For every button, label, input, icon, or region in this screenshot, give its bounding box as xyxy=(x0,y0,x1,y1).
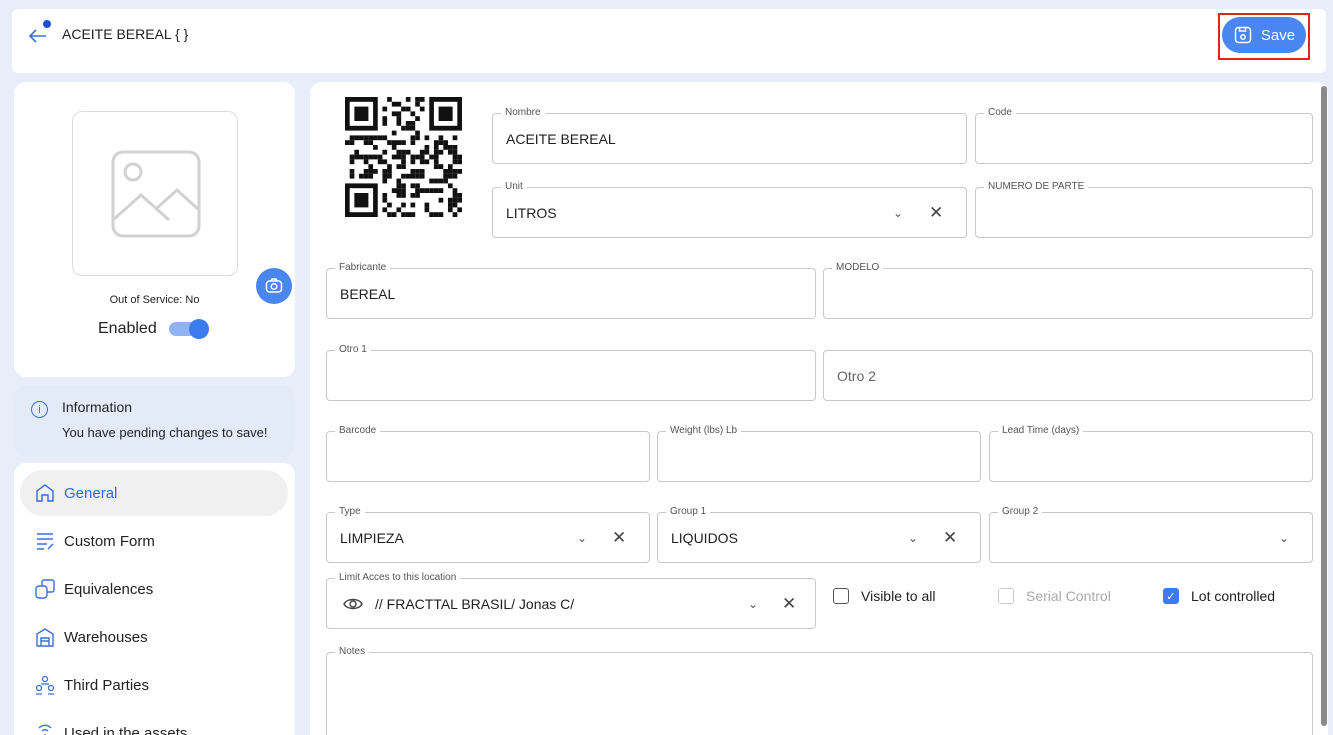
visible-to-all-checkbox[interactable]: Visible to all xyxy=(833,588,935,604)
scrollbar[interactable] xyxy=(1321,86,1327,726)
serial-control-label: Serial Control xyxy=(1026,588,1111,604)
info-icon: i xyxy=(31,401,48,418)
notes-field[interactable]: Notes xyxy=(326,646,1313,735)
form-icon xyxy=(37,533,54,550)
assets-icon xyxy=(38,724,52,735)
nav-item-general[interactable]: General xyxy=(20,470,288,516)
unit-value: LITROS xyxy=(506,204,557,221)
section-nav: General Custom Form Equivalences Warehou… xyxy=(14,463,295,735)
otro-1-field[interactable]: Otro 1 xyxy=(326,344,816,401)
nombre-label: Nombre xyxy=(501,107,545,119)
clear-icon[interactable]: ✕ xyxy=(612,528,626,548)
checkmark-icon[interactable]: ✓ xyxy=(1163,588,1179,604)
barcode-field[interactable]: Barcode xyxy=(326,425,650,482)
type-label: Type xyxy=(335,506,365,518)
nombre-field[interactable]: Nombre ACEITE BEREAL xyxy=(492,107,967,164)
chevron-down-icon[interactable]: ⌄ xyxy=(1279,531,1289,545)
nav-item-label: Warehouses xyxy=(64,628,148,646)
nav-item-equivalences[interactable]: Equivalences xyxy=(20,566,288,612)
clear-icon[interactable]: ✕ xyxy=(929,203,943,223)
code-field[interactable]: Code xyxy=(975,107,1313,164)
lead-time-label: Lead Time (days) xyxy=(998,425,1084,437)
group-1-value: LIQUIDOS xyxy=(671,529,738,546)
save-button[interactable]: Save xyxy=(1222,17,1306,53)
otro-1-label: Otro 1 xyxy=(335,344,371,356)
clear-icon[interactable]: ✕ xyxy=(943,528,957,548)
nav-item-label: Used in the assets xyxy=(64,724,188,735)
chevron-down-icon[interactable]: ⌄ xyxy=(908,531,918,545)
group-2-select[interactable]: Group 2 ⌄ xyxy=(989,506,1313,563)
unit-label: Unit xyxy=(501,181,527,193)
otro-2-placeholder: Otro 2 xyxy=(837,367,876,384)
equivalence-icon xyxy=(35,579,55,599)
barcode-label: Barcode xyxy=(335,425,381,437)
code-label: Code xyxy=(984,107,1016,119)
location-label: Limit Acces to this location xyxy=(335,572,461,584)
modelo-label: MODELO xyxy=(832,262,884,274)
warehouse-icon xyxy=(36,628,54,647)
enabled-row: Enabled xyxy=(98,319,209,339)
information-banner: i Information You have pending changes t… xyxy=(14,385,295,457)
numero-de-parte-field[interactable]: NUMERO DE PARTE xyxy=(975,181,1313,238)
chevron-down-icon[interactable]: ⌄ xyxy=(748,597,758,611)
modelo-field[interactable]: MODELO xyxy=(823,262,1313,319)
visible-to-all-label: Visible to all xyxy=(861,588,936,604)
notes-label: Notes xyxy=(335,646,370,658)
numero-de-parte-label: NUMERO DE PARTE xyxy=(984,181,1089,193)
unit-select[interactable]: Unit LITROS ⌄ ✕ xyxy=(492,181,967,238)
clear-icon[interactable]: ✕ xyxy=(782,594,796,614)
third-parties-icon xyxy=(35,675,55,695)
nav-item-custom-form[interactable]: Custom Form xyxy=(20,518,288,564)
enabled-toggle[interactable] xyxy=(168,319,209,339)
nav-item-label: Third Parties xyxy=(64,676,150,694)
asset-photo-card: Out of Service: No Enabled xyxy=(14,82,295,377)
top-bar xyxy=(12,9,1326,73)
nombre-value: ACEITE BEREAL xyxy=(506,130,616,147)
page-title: ACEITE BEREAL { } xyxy=(62,26,189,42)
image-placeholder[interactable] xyxy=(72,111,292,304)
lead-time-field[interactable]: Lead Time (days) xyxy=(989,425,1313,482)
save-button-label: Save xyxy=(1260,26,1296,44)
serial-control-checkbox[interactable]: Serial Control xyxy=(998,588,1111,604)
type-value: LIMPIEZA xyxy=(340,529,404,546)
item-form-card xyxy=(310,82,1328,735)
type-select[interactable]: Type LIMPIEZA ⌄ ✕ xyxy=(326,506,650,563)
lot-controlled-label: Lot controlled xyxy=(1191,588,1276,604)
checkbox-icon[interactable] xyxy=(833,588,849,604)
image-placeholder-icon xyxy=(111,150,201,238)
nav-item-label: General xyxy=(64,484,118,502)
eye-icon[interactable] xyxy=(343,596,363,612)
group-2-label: Group 2 xyxy=(998,506,1043,518)
nav-item-used-in-assets[interactable]: Used in the assets xyxy=(20,710,288,735)
save-icon xyxy=(1234,26,1252,44)
checkbox-icon[interactable] xyxy=(998,588,1014,604)
camera-icon xyxy=(265,278,283,293)
lot-controlled-checkbox[interactable]: ✓ Lot controlled xyxy=(1163,588,1275,604)
qr-code xyxy=(345,97,462,217)
group-1-label: Group 1 xyxy=(666,506,711,518)
weight-field[interactable]: Weight (lbs) Lb xyxy=(657,425,981,482)
otro-2-field[interactable]: Otro 2 xyxy=(823,350,1313,401)
fabricante-value: BEREAL xyxy=(340,285,396,302)
fabricante-field[interactable]: Fabricante BEREAL xyxy=(326,262,816,319)
enabled-label: Enabled xyxy=(98,320,157,337)
nav-item-label: Custom Form xyxy=(64,532,155,550)
home-icon xyxy=(36,484,54,502)
location-select[interactable]: Limit Acces to this location // FRACTTAL… xyxy=(326,572,816,629)
location-value: // FRACTTAL BRASIL/ Jonas C/ xyxy=(375,595,575,612)
weight-label: Weight (lbs) Lb xyxy=(666,425,742,437)
nav-item-warehouses[interactable]: Warehouses xyxy=(20,614,288,660)
nav-item-third-parties[interactable]: Third Parties xyxy=(20,662,288,708)
group-1-select[interactable]: Group 1 LIQUIDOS ⌄ ✕ xyxy=(657,506,981,563)
information-title: Information xyxy=(62,399,133,415)
nav-item-label: Equivalences xyxy=(64,580,154,598)
fabricante-label: Fabricante xyxy=(335,262,391,274)
chevron-down-icon[interactable]: ⌄ xyxy=(577,531,587,545)
chevron-down-icon[interactable]: ⌄ xyxy=(893,206,903,220)
out-of-service-status: Out of Service: No xyxy=(109,294,200,306)
pending-changes-message: You have pending changes to save! xyxy=(62,425,268,440)
unsaved-indicator-dot xyxy=(43,20,51,28)
